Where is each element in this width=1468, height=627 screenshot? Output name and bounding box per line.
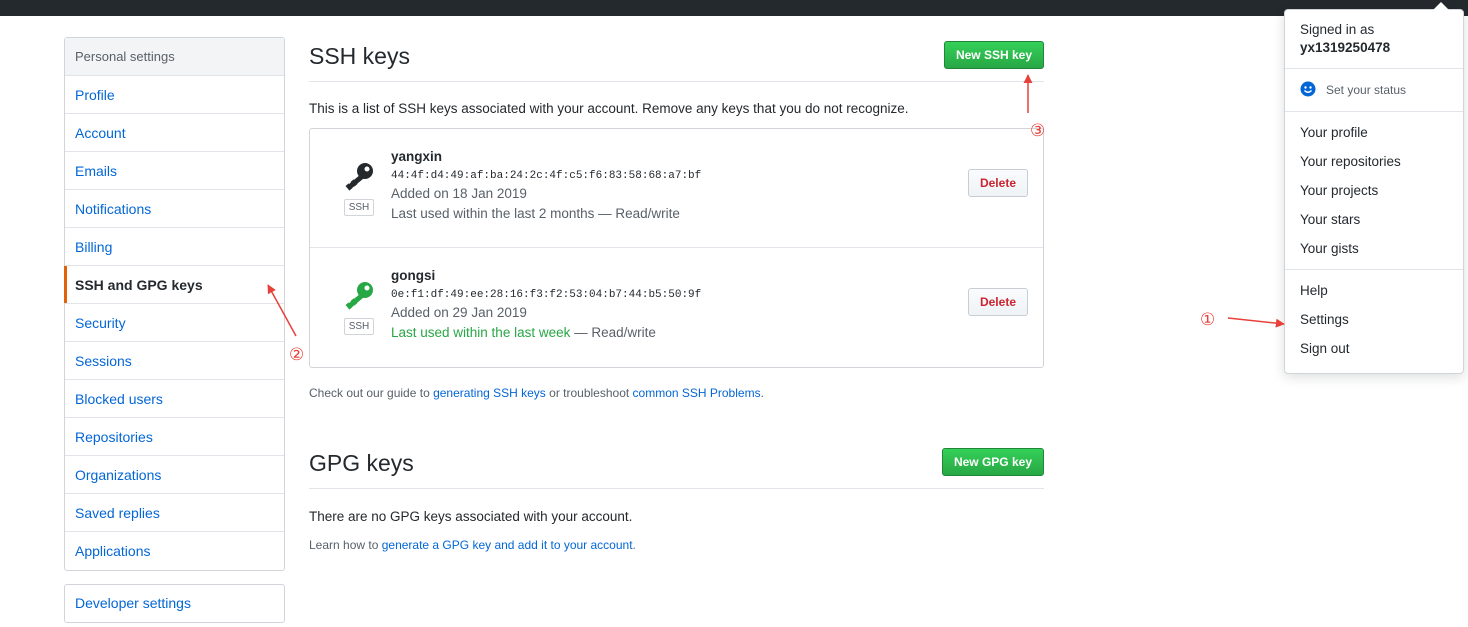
- user-dropdown-menu: Signed in as yx1319250478 Set your statu…: [1284, 2, 1464, 374]
- key-last-used-recent: Last used within the last week: [391, 325, 571, 340]
- learn-prefix: Learn how to: [309, 538, 382, 552]
- ssh-keys-title: SSH keys: [309, 43, 410, 69]
- guide-mid: or troubleshoot: [545, 386, 633, 400]
- key-access: — Read/write: [594, 206, 680, 221]
- annotation-marker-3: ③: [1030, 121, 1046, 141]
- ssh-guide-text: Check out our guide to generating SSH ke…: [309, 386, 1044, 400]
- gpg-section: GPG keys New GPG key There are no GPG ke…: [309, 444, 1044, 552]
- ssh-section-header: SSH keys New SSH key: [309, 37, 1044, 82]
- delete-key-button[interactable]: Delete: [967, 169, 1028, 197]
- settings-sidebar: Personal settings Profile Account Emails…: [64, 37, 285, 571]
- gpg-learn-text: Learn how to generate a GPG key and add …: [309, 538, 1044, 552]
- guide-suffix: .: [760, 386, 764, 400]
- sidebar-item-saved-replies[interactable]: Saved replies: [65, 494, 284, 532]
- delete-key-button[interactable]: Delete: [967, 288, 1028, 316]
- annotation-marker-1: ①: [1200, 310, 1216, 330]
- menu-item-your-projects[interactable]: Your projects: [1285, 176, 1463, 205]
- ssh-key-row: SSH yangxin 44:4f:d4:49:af:ba:24:2c:4f:c…: [310, 129, 1043, 248]
- key-last-used: Last used within the last week — Read/wr…: [391, 325, 701, 340]
- annotation-marker-2: ②: [289, 345, 305, 365]
- key-last-used-text: Last used within the last 2 months: [391, 206, 595, 221]
- new-gpg-key-button[interactable]: New GPG key: [941, 448, 1044, 476]
- sidebar-item-blocked-users[interactable]: Blocked users: [65, 380, 284, 418]
- dropdown-caret: [1433, 2, 1449, 10]
- set-status-label: Set your status: [1326, 83, 1407, 97]
- smiley-icon: [1300, 81, 1316, 97]
- dropdown-profile-group: Your profile Your repositories Your proj…: [1285, 112, 1463, 270]
- key-access: — Read/write: [570, 325, 656, 340]
- sidebar-item-profile[interactable]: Profile: [65, 76, 284, 114]
- top-header-bar: [0, 0, 1468, 16]
- gpg-section-header: GPG keys New GPG key: [309, 444, 1044, 489]
- sidebar-item-organizations[interactable]: Organizations: [65, 456, 284, 494]
- key-added-date: Added on 29 Jan 2019: [391, 305, 527, 320]
- key-info: gongsi 0e:f1:df:49:ee:28:16:f3:f2:53:04:…: [391, 268, 701, 340]
- menu-item-settings[interactable]: Settings: [1285, 305, 1463, 334]
- sidebar-item-applications[interactable]: Applications: [65, 532, 284, 570]
- key-last-used: Last used within the last 2 months — Rea…: [391, 206, 701, 221]
- set-status-item[interactable]: Set your status: [1285, 69, 1463, 112]
- sidebar-item-sessions[interactable]: Sessions: [65, 342, 284, 380]
- sidebar-item-security[interactable]: Security: [65, 304, 284, 342]
- ssh-badge: SSH: [344, 318, 374, 335]
- sidebar-item-account[interactable]: Account: [65, 114, 284, 152]
- sidebar-item-repositories[interactable]: Repositories: [65, 418, 284, 456]
- signed-in-header: Signed in as yx1319250478: [1285, 10, 1463, 69]
- sidebar-item-billing[interactable]: Billing: [65, 228, 284, 266]
- ssh-description: This is a list of SSH keys associated wi…: [309, 101, 909, 116]
- sidebar-heading: Personal settings: [65, 38, 284, 76]
- key-title: gongsi: [391, 268, 436, 283]
- key-fingerprint: 0e:f1:df:49:ee:28:16:f3:f2:53:04:b7:44:b…: [391, 289, 702, 301]
- new-ssh-key-button[interactable]: New SSH key: [943, 41, 1044, 69]
- generating-ssh-keys-link[interactable]: generating SSH keys: [433, 386, 546, 400]
- key-icon: [345, 282, 373, 310]
- sidebar-item-developer-settings[interactable]: Developer settings: [64, 584, 285, 623]
- annotation-arrow-1: [1227, 317, 1285, 328]
- sidebar-item-ssh-gpg-keys[interactable]: SSH and GPG keys: [64, 266, 284, 304]
- ssh-key-list: SSH yangxin 44:4f:d4:49:af:ba:24:2c:4f:c…: [309, 128, 1044, 368]
- key-title: yangxin: [391, 149, 443, 164]
- main-content: SSH keys New SSH key This is a list of S…: [309, 37, 1044, 552]
- gpg-keys-title: GPG keys: [309, 450, 414, 476]
- sidebar-item-notifications[interactable]: Notifications: [65, 190, 284, 228]
- gpg-empty-text: There are no GPG keys associated with yo…: [309, 509, 633, 524]
- menu-item-your-gists[interactable]: Your gists: [1285, 234, 1463, 263]
- ssh-key-row: SSH gongsi 0e:f1:df:49:ee:28:16:f3:f2:53…: [310, 248, 1043, 367]
- learn-suffix: .: [632, 538, 636, 552]
- key-fingerprint: 44:4f:d4:49:af:ba:24:2c:4f:c5:f6:83:58:6…: [391, 170, 702, 182]
- ssh-badge: SSH: [344, 199, 374, 216]
- menu-item-your-stars[interactable]: Your stars: [1285, 205, 1463, 234]
- key-info: yangxin 44:4f:d4:49:af:ba:24:2c:4f:c5:f6…: [391, 149, 701, 221]
- guide-prefix: Check out our guide to: [309, 386, 434, 400]
- sidebar-item-emails[interactable]: Emails: [65, 152, 284, 190]
- menu-item-help[interactable]: Help: [1285, 276, 1463, 305]
- key-added-date: Added on 18 Jan 2019: [391, 186, 527, 201]
- menu-item-your-profile[interactable]: Your profile: [1285, 118, 1463, 147]
- menu-item-sign-out[interactable]: Sign out: [1285, 334, 1463, 363]
- username: yx1319250478: [1300, 40, 1391, 55]
- key-icon: [345, 163, 373, 191]
- menu-item-your-repositories[interactable]: Your repositories: [1285, 147, 1463, 176]
- dropdown-account-group: Help Settings Sign out: [1285, 270, 1463, 369]
- signed-in-label: Signed in as: [1300, 22, 1375, 37]
- common-ssh-problems-link[interactable]: common SSH Problems: [633, 386, 761, 400]
- generate-gpg-key-link[interactable]: generate a GPG key and add it to your ac…: [382, 538, 633, 552]
